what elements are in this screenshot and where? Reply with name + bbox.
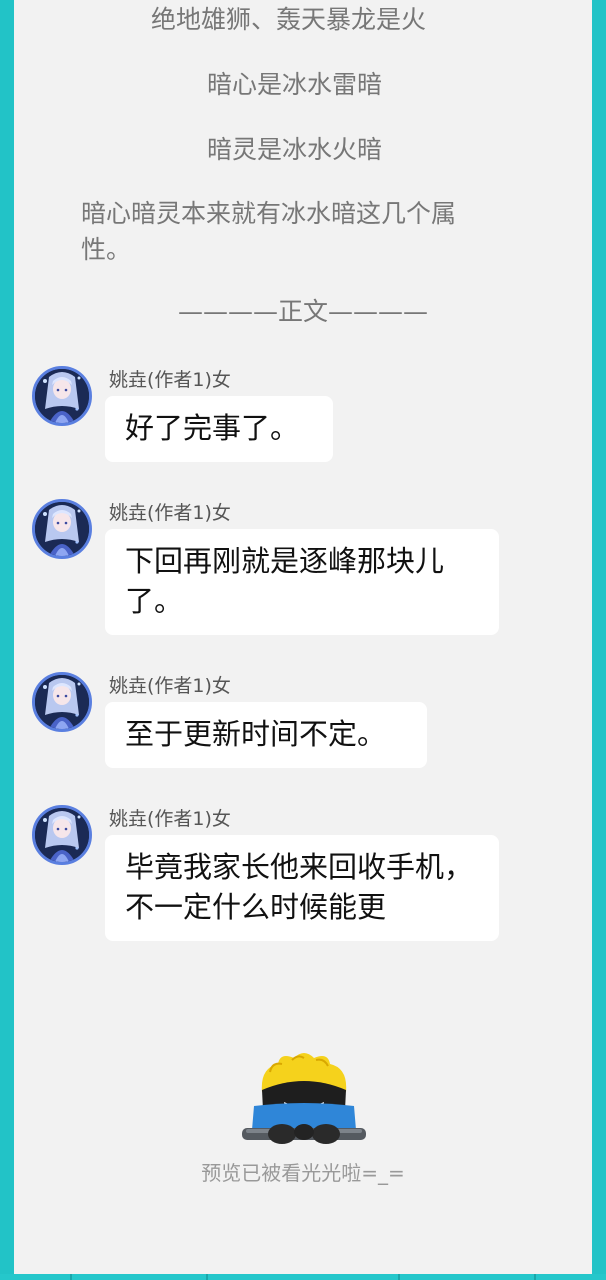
preview-end-notice: 预览已被看光光啦=_= — [201, 1161, 405, 1185]
chat-message: 姚垚(作者1)女 毕竟我家长他来回收手机，不一定什么时候能更 — [14, 805, 592, 945]
chat-message: 姚垚(作者1)女 好了完事了。 — [14, 366, 592, 466]
sender-name: 姚垚(作者1)女 — [109, 675, 231, 697]
intro-line-3: 暗灵是冰水火暗 — [207, 135, 383, 164]
intro-paragraph: 暗心暗灵本来就有冰水暗这几个属性。 — [81, 199, 457, 264]
message-bubble[interactable]: 毕竟我家长他来回收手机，不一定什么时候能更 — [105, 835, 499, 941]
bottom-accent-bar — [0, 1274, 606, 1280]
bottom-bar-divider — [70, 1274, 72, 1280]
anime-girl-avatar-icon[interactable] — [32, 805, 92, 865]
chat-message: 姚垚(作者1)女 至于更新时间不定。 — [14, 672, 592, 772]
chat-message: 姚垚(作者1)女 下回再刚就是逐峰那块儿了。 — [14, 499, 592, 639]
intro-line-2: 暗心是冰水雷暗 — [207, 70, 383, 99]
sender-name: 姚垚(作者1)女 — [109, 502, 231, 524]
chat-story-page: 绝地雄狮、轰天暴龙是火 暗心是冰水雷暗 暗灵是冰水火暗 暗心暗灵本来就有冰水暗这… — [14, 0, 592, 1274]
bottom-bar-divider — [206, 1274, 208, 1280]
anime-girl-avatar-icon[interactable] — [32, 366, 92, 426]
anime-girl-avatar-icon[interactable] — [32, 672, 92, 732]
main-text-divider: ————正文———— — [177, 297, 428, 326]
bottom-bar-divider — [534, 1274, 536, 1280]
anime-girl-avatar-icon[interactable] — [32, 499, 92, 559]
bottom-bar-divider — [398, 1274, 400, 1280]
message-bubble[interactable]: 下回再刚就是逐峰那块儿了。 — [105, 529, 499, 635]
intro-line-1: 绝地雄狮、轰天暴龙是火 — [151, 5, 427, 34]
message-bubble[interactable]: 至于更新时间不定。 — [105, 702, 427, 768]
sender-name: 姚垚(作者1)女 — [109, 808, 231, 830]
sender-name: 姚垚(作者1)女 — [109, 369, 231, 391]
peeking-mascot-icon — [232, 1050, 376, 1150]
message-bubble[interactable]: 好了完事了。 — [105, 396, 333, 462]
